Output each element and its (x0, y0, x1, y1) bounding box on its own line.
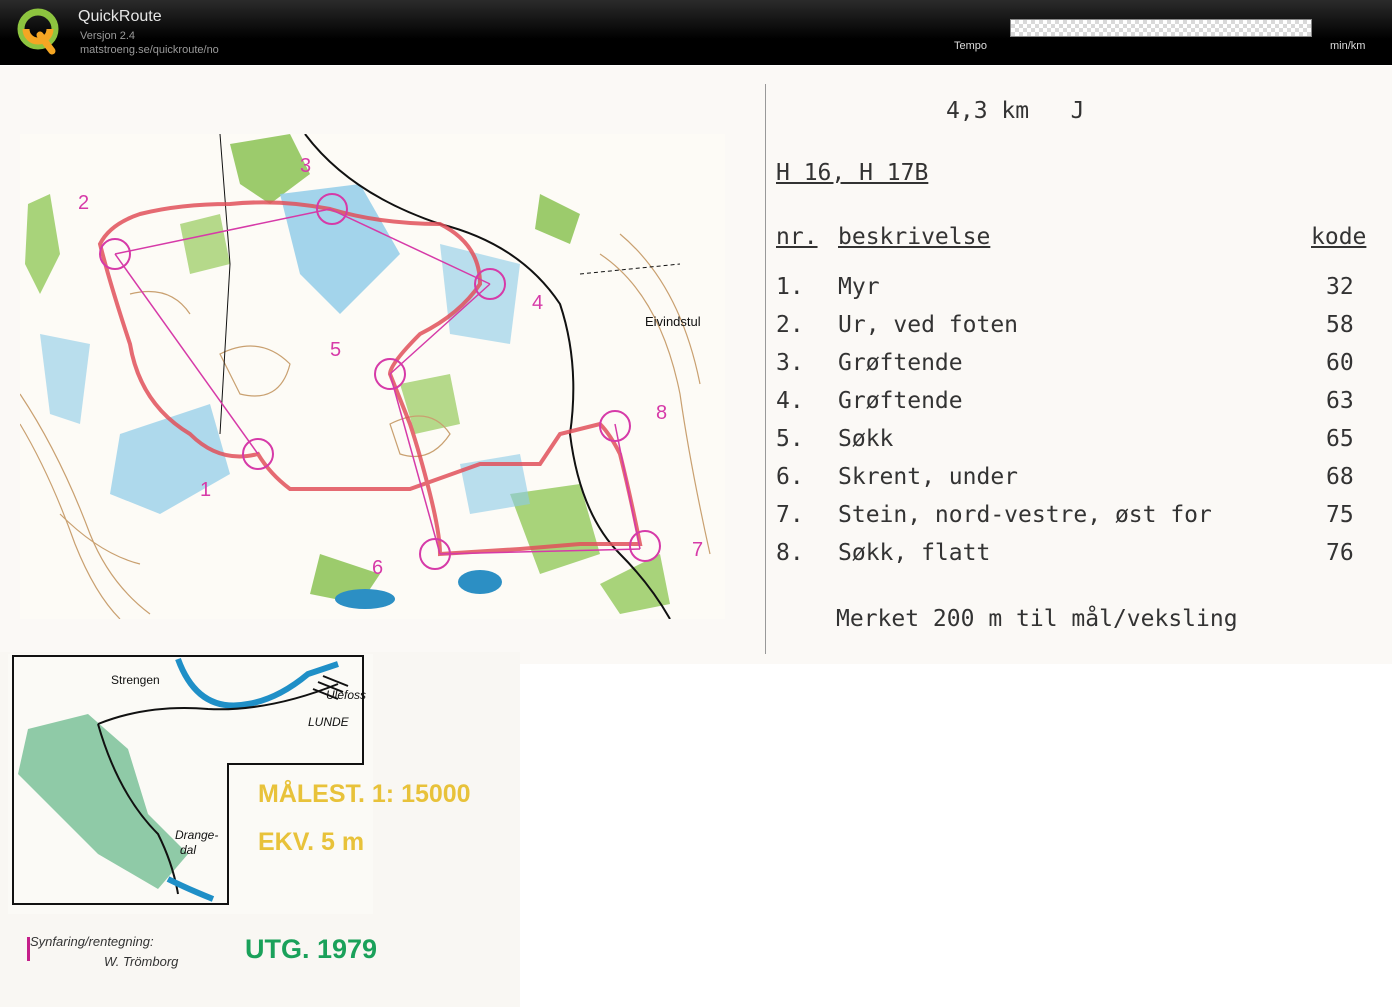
col-header-description: beskrivelse (838, 224, 991, 250)
col-header-code: kode (1311, 224, 1367, 250)
app-header: QuickRoute Versjon 2.4 matstroeng.se/qui… (0, 0, 1392, 65)
control-number: 3 (300, 155, 311, 177)
course-footer: Merket 200 m til mål/veksling (836, 606, 1238, 632)
list-item: 5. Søkk 65 (776, 426, 1354, 452)
place-label: Ulefoss (326, 688, 366, 702)
place-label: Eivindstul (645, 314, 701, 329)
orienteering-map[interactable]: 1 2 3 4 5 6 7 8 Eivindstul (20, 134, 725, 619)
map-sheet[interactable]: 1 2 3 4 5 6 7 8 Eivindstul 4,3 km J H 16… (0, 66, 1392, 664)
app-title: QuickRoute (78, 8, 162, 25)
place-label: Drange- (175, 828, 218, 842)
app-version: Versjon 2.4 (80, 30, 136, 42)
list-item: 4. Grøftende 63 (776, 388, 1354, 414)
tempo-color-bar (1010, 19, 1312, 37)
app-url[interactable]: matstroeng.se/quickroute/no (80, 44, 219, 56)
course-classes: H 16, H 17B (776, 160, 929, 186)
map-legend-sheet: Strengen Ulefoss LUNDE Drange- dal MÅLES… (0, 652, 520, 1007)
control-number: 8 (656, 402, 667, 424)
control-number: 2 (78, 192, 89, 214)
edition-label: UTG. 1979 (245, 934, 378, 964)
map-scale: MÅLEST. 1: 15000 (258, 780, 471, 808)
control-number: 5 (330, 339, 341, 361)
control-number: 7 (692, 539, 703, 561)
control-number: 6 (372, 557, 383, 579)
control-number: 1 (200, 479, 211, 501)
place-label: LUNDE (308, 715, 350, 729)
list-item: 8. Søkk, flatt 76 (776, 540, 1354, 566)
credit-label: Synfaring/rentegning: (30, 934, 154, 949)
place-label: dal (180, 843, 196, 857)
list-item: 2. Ur, ved foten 58 (776, 312, 1354, 338)
list-item: 7. Stein, nord-vestre, øst for 75 (776, 502, 1354, 528)
credit-name: W. Trömborg (104, 954, 179, 969)
list-item: 1. Myr 32 (776, 274, 1354, 300)
control-description: 4,3 km J H 16, H 17B nr. beskrivelse kod… (765, 84, 1376, 654)
quickroute-logo (17, 8, 59, 55)
course-distance: 4,3 km J (946, 98, 1085, 124)
contour-interval: EKV. 5 m (258, 828, 365, 856)
tempo-label: Tempo (954, 40, 988, 52)
tempo-unit-label: min/km (1330, 40, 1366, 52)
col-header-nr: nr. (776, 224, 818, 250)
list-item: 6. Skrent, under 68 (776, 464, 1354, 490)
list-item: 3. Grøftende 60 (776, 350, 1354, 376)
control-number: 4 (532, 292, 543, 314)
place-label: Strengen (111, 673, 160, 687)
